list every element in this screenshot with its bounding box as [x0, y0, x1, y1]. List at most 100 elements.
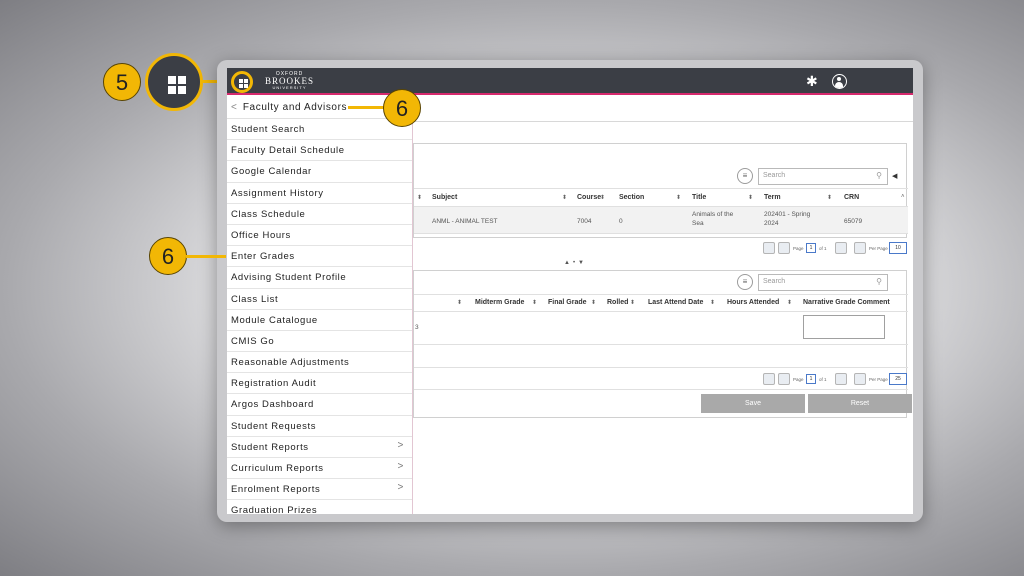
menu-item-class-list[interactable]: Class List — [227, 289, 412, 310]
step-6-header-badge: 6 — [383, 89, 421, 127]
grid-icon-cell — [244, 84, 248, 88]
sort-icon[interactable]: ⬍ — [710, 299, 715, 306]
menu-item-registration-audit[interactable]: Registration Audit — [227, 373, 412, 395]
menu-item-label: Advising Student Profile — [231, 272, 347, 284]
menu-item-enter-grades[interactable]: Enter Grades — [227, 246, 412, 268]
gear-icon[interactable]: ✱ — [806, 74, 818, 88]
col-subject[interactable]: Subject — [432, 194, 457, 201]
sort-icon[interactable]: ⬍ — [532, 299, 537, 306]
menu-item-class-schedule[interactable]: Class Schedule — [227, 204, 412, 225]
grades-search-input[interactable]: Search ⚲ — [758, 274, 888, 291]
menu-item-cmis-go[interactable]: CMIS Go — [227, 331, 412, 353]
last-page-button[interactable] — [854, 373, 866, 385]
menu-item-module-catalogue[interactable]: Module Catalogue — [227, 310, 412, 331]
scroll-left-icon[interactable]: ◀ — [892, 172, 897, 182]
col-course[interactable]: Course — [577, 194, 601, 201]
search-placeholder: Search — [763, 278, 786, 285]
sort-icon[interactable]: ⬍ — [748, 194, 753, 201]
page-of: of 1 — [819, 246, 827, 251]
menu-item-curriculum-reports[interactable]: Curriculum Reports > — [227, 458, 412, 480]
menu-item-office-hours[interactable]: Office Hours — [227, 225, 412, 247]
page-input[interactable]: 1 — [806, 243, 816, 253]
sort-icon[interactable]: ⬍ — [827, 194, 832, 201]
col-midterm-grade[interactable]: Midterm Grade — [475, 299, 524, 306]
search-placeholder: Search — [763, 172, 786, 179]
resize-handle[interactable]: ▲•▼ — [564, 259, 587, 267]
col-crn[interactable]: CRN — [844, 194, 859, 201]
menu-item-label: Enrolment Reports — [231, 484, 321, 496]
chevron-right-icon: > — [397, 461, 404, 472]
last-page-button[interactable] — [854, 242, 866, 254]
university-logo[interactable]: OXFORD BROOKES UNIVERSITY — [265, 72, 314, 90]
sort-icon[interactable]: ⬍ — [676, 194, 681, 201]
prev-page-button[interactable] — [778, 242, 790, 254]
row-divider — [414, 367, 908, 368]
menu-item-label: Office Hours — [231, 229, 291, 241]
first-page-button[interactable] — [763, 242, 775, 254]
next-page-button[interactable] — [835, 242, 847, 254]
columns-icon[interactable]: ≡ — [737, 168, 753, 184]
prev-page-button[interactable] — [778, 373, 790, 385]
menu-item-label: Registration Audit — [231, 378, 317, 390]
grid-icon-cell — [239, 84, 243, 88]
sort-icon[interactable]: ⬍ — [600, 194, 605, 201]
callout-connector — [348, 106, 388, 109]
menu-item-label: Reasonable Adjustments — [231, 357, 350, 369]
sort-icon[interactable]: ⬍ — [630, 299, 635, 306]
next-page-button[interactable] — [835, 373, 847, 385]
first-page-button[interactable] — [763, 373, 775, 385]
col-rolled[interactable]: Rolled — [607, 299, 628, 306]
menu-item-google-calendar[interactable]: Google Calendar — [227, 161, 412, 183]
menu-item-faculty-detail-schedule[interactable]: Faculty Detail Schedule — [227, 140, 412, 162]
per-page-select[interactable]: 25 — [889, 373, 907, 385]
top-bar: OXFORD BROOKES UNIVERSITY ✱ — [227, 68, 913, 95]
menu-item-reasonable-adjustments[interactable]: Reasonable Adjustments — [227, 352, 412, 374]
menu-item-label: Student Reports — [231, 441, 309, 453]
row-divider — [414, 344, 908, 345]
menu-item-enrolment-reports[interactable]: Enrolment Reports > — [227, 479, 412, 501]
menu-item-argos-dashboard[interactable]: Argos Dashboard — [227, 394, 412, 416]
menu-item-student-requests[interactable]: Student Requests — [227, 416, 412, 437]
narrative-comment-textarea[interactable] — [803, 315, 885, 339]
menu-item-graduation-prizes[interactable]: Graduation Prizes — [227, 500, 412, 514]
courses-search-input[interactable]: Search ⚲ — [758, 168, 888, 185]
page-label: Page — [793, 377, 804, 382]
col-term[interactable]: Term — [764, 194, 781, 201]
chevron-up-icon[interactable]: ˄ — [901, 194, 905, 200]
col-section[interactable]: Section — [619, 194, 644, 201]
cell-term: 202401 - Spring 2024 — [764, 211, 811, 228]
menu-item-student-search[interactable]: Student Search — [227, 119, 412, 141]
logo-line-3: UNIVERSITY — [272, 85, 307, 90]
menu-item-label: Enter Grades — [231, 251, 295, 263]
menu-item-label: Argos Dashboard — [231, 399, 314, 411]
per-page-select[interactable]: 10 — [889, 242, 907, 254]
sort-icon[interactable]: ⬍ — [457, 299, 462, 306]
grid-icon-cell — [244, 79, 248, 83]
page-input[interactable]: 1 — [806, 374, 816, 384]
menu-item-advising-student-profile[interactable]: Advising Student Profile — [227, 267, 412, 289]
grid-icon-cell — [168, 86, 176, 94]
sort-icon[interactable]: ⬍ — [562, 194, 567, 201]
cell-fragment: 3 — [415, 324, 419, 331]
cell-course: 7004 — [577, 218, 592, 225]
sort-icon[interactable]: ⬍ — [417, 194, 422, 201]
menu-item-label: Assignment History — [231, 187, 324, 199]
sort-icon[interactable]: ⬍ — [591, 299, 596, 306]
menu-item-student-reports[interactable]: Student Reports > — [227, 437, 412, 458]
save-button[interactable]: Save — [701, 394, 805, 413]
menu-item-label: Faculty Detail Schedule — [231, 145, 345, 157]
user-icon[interactable] — [832, 74, 847, 89]
menu-item-assignment-history[interactable]: Assignment History — [227, 183, 412, 204]
table-row[interactable]: ANML - ANIMAL TEST 7004 0 Animals of the… — [414, 206, 908, 234]
apps-menu-button-callout[interactable] — [145, 53, 203, 111]
apps-menu-button[interactable] — [231, 71, 253, 93]
col-narrative-grade-comment[interactable]: Narrative Grade Comment — [803, 299, 890, 306]
reset-button[interactable]: Reset — [808, 394, 912, 413]
sort-icon[interactable]: ⬍ — [787, 299, 792, 306]
col-hours-attended[interactable]: Hours Attended — [727, 299, 779, 306]
col-final-grade[interactable]: Final Grade — [548, 299, 587, 306]
col-title[interactable]: Title — [692, 194, 706, 201]
row-divider — [414, 294, 908, 295]
columns-icon[interactable]: ≡ — [737, 274, 753, 290]
col-last-attend-date[interactable]: Last Attend Date — [648, 299, 703, 306]
